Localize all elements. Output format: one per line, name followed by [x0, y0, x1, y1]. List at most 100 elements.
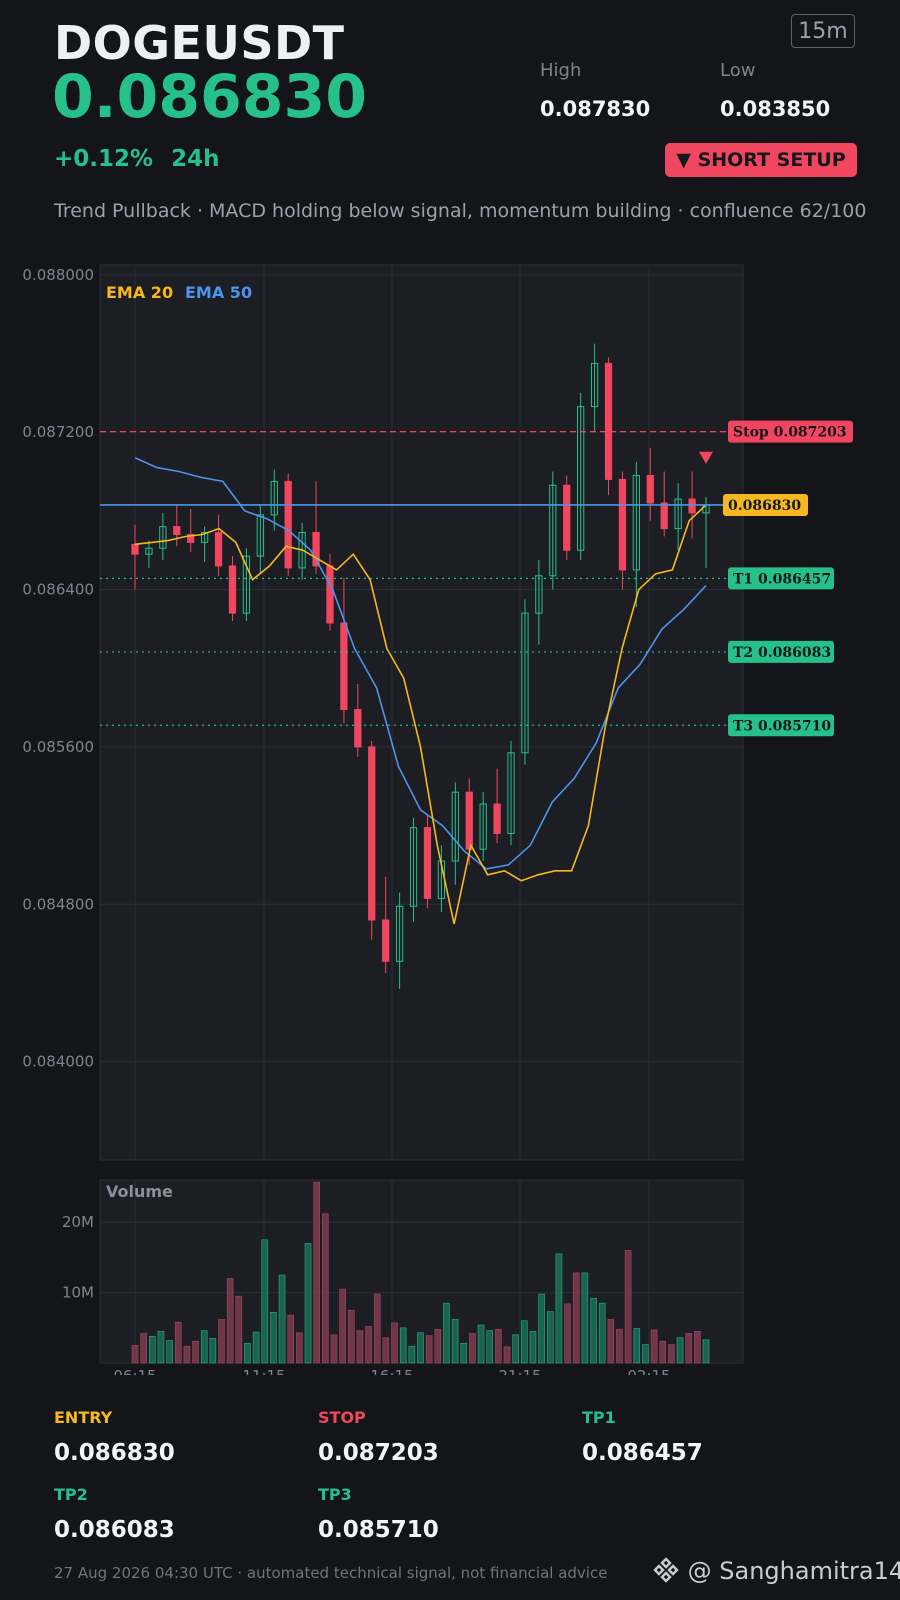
- volume-bar: [425, 1335, 433, 1364]
- volume-bar: [157, 1331, 165, 1364]
- volume-bar: [399, 1327, 407, 1364]
- y-tick-label: 0.088000: [22, 266, 94, 284]
- volume-bar: [192, 1340, 199, 1364]
- candle-body: [382, 919, 390, 962]
- volume-bar: [200, 1330, 208, 1364]
- candle-body: [646, 474, 654, 504]
- candle-body: [688, 498, 696, 514]
- volume-bar: [313, 1181, 320, 1364]
- candle-body: [618, 478, 627, 571]
- volume-bar: [598, 1302, 606, 1364]
- volume-bar: [469, 1333, 476, 1364]
- volume-bar: [382, 1337, 390, 1364]
- low-value: 0.083850: [720, 97, 831, 121]
- candle-body: [604, 362, 613, 480]
- volume-bar: [287, 1314, 295, 1364]
- tp1-value: 0.086457: [582, 1440, 703, 1466]
- volume-bar: [694, 1331, 701, 1364]
- t3-level-label: T3 0.085710: [733, 718, 831, 734]
- volume-bar: [278, 1274, 286, 1364]
- volume-bar: [529, 1331, 537, 1364]
- candle-body: [131, 543, 139, 555]
- high-value: 0.087830: [540, 97, 651, 121]
- volume-title: Volume: [106, 1182, 173, 1201]
- brand-handle: @ Sanghamitra149: [687, 1557, 900, 1585]
- volume-bar: [503, 1346, 511, 1364]
- stop-label: STOP: [318, 1408, 366, 1427]
- price-chart: 0.088000 0.087200 0.086400 0.085600 0.084800…: [22, 264, 853, 1375]
- volume-bar: [650, 1329, 658, 1364]
- volume-bar: [347, 1309, 355, 1364]
- x-tick-label: 16:15: [370, 1367, 413, 1375]
- candle-body: [326, 565, 334, 624]
- volume-bar: [226, 1278, 234, 1364]
- tp3-label: TP3: [318, 1485, 352, 1504]
- volume-bar: [270, 1312, 277, 1364]
- volume-bar: [460, 1342, 468, 1364]
- volume-bar: [218, 1319, 225, 1364]
- candle-body: [354, 709, 362, 748]
- high-label: High: [540, 60, 582, 81]
- timeframe-button[interactable]: 15m: [791, 14, 855, 48]
- volume-bar: [590, 1297, 597, 1364]
- volume-bar: [486, 1330, 494, 1364]
- volume-bar: [166, 1340, 173, 1364]
- short-setup-badge: ▼ SHORT SETUP: [665, 143, 857, 177]
- t2-level-label: T2 0.086083: [733, 645, 831, 661]
- volume-bar: [391, 1322, 398, 1364]
- volume-bar: [149, 1335, 156, 1364]
- volume-bar: [607, 1319, 615, 1364]
- volume-bar: [417, 1332, 424, 1364]
- candle-body: [214, 532, 223, 567]
- volume-bar: [434, 1328, 442, 1364]
- y-tick-label: 0.087200: [22, 423, 94, 441]
- volume-bar: [296, 1332, 303, 1364]
- stop-level-label: Stop 0.087203: [733, 425, 847, 441]
- volume-bar: [538, 1293, 545, 1364]
- x-tick-label: 21:15: [498, 1367, 541, 1375]
- volume-bar: [495, 1328, 502, 1364]
- volume-bar: [304, 1243, 312, 1364]
- candle-body: [563, 484, 571, 551]
- low-label: Low: [720, 60, 756, 81]
- volume-bar: [174, 1321, 182, 1364]
- volume-bar: [235, 1295, 243, 1364]
- volume-bar: [633, 1328, 641, 1364]
- volume-bar: [252, 1331, 260, 1364]
- candle-body: [173, 526, 181, 535]
- candle-body: [284, 480, 292, 569]
- volume-bar: [339, 1288, 346, 1364]
- volume-bar: [676, 1337, 684, 1364]
- volume-bar: [365, 1326, 372, 1364]
- candle-body: [465, 791, 473, 850]
- x-tick-label: 11:15: [242, 1367, 285, 1375]
- footnote: 27 Aug 2026 04:30 UTC · automated techni…: [54, 1564, 608, 1582]
- y-tick-label: 0.086400: [22, 581, 94, 599]
- price-plot-area: [99, 264, 744, 1161]
- volume-bar: [443, 1302, 450, 1364]
- setup-description: Trend Pullback · MACD holding below sign…: [54, 200, 867, 222]
- candle-body: [423, 827, 432, 899]
- candle-body: [493, 803, 501, 834]
- tp1-label: TP1: [582, 1408, 616, 1427]
- volume-bar: [451, 1319, 459, 1364]
- volume-bar: [521, 1320, 528, 1364]
- volume-bar: [183, 1345, 191, 1364]
- volume-bar: [702, 1339, 710, 1364]
- x-tick-label: 06:15: [113, 1367, 156, 1375]
- legend-ema50: EMA 50: [185, 283, 252, 302]
- candle-body: [660, 502, 668, 530]
- volume-bar: [564, 1303, 571, 1364]
- y-tick-label: 0.085600: [22, 738, 94, 756]
- candle-body: [228, 565, 237, 614]
- volume-bar: [140, 1333, 147, 1364]
- volume-bar: [330, 1334, 338, 1364]
- current-price: 0.086830: [52, 62, 368, 132]
- volume-bar: [512, 1334, 519, 1364]
- candle-body: [340, 622, 348, 711]
- entry-label: ENTRY: [54, 1408, 113, 1427]
- change-percent: +0.12%: [54, 146, 154, 172]
- candle-body: [368, 746, 376, 921]
- volume-bar: [546, 1311, 554, 1364]
- volume-y-tick-label: 10M: [62, 1284, 94, 1302]
